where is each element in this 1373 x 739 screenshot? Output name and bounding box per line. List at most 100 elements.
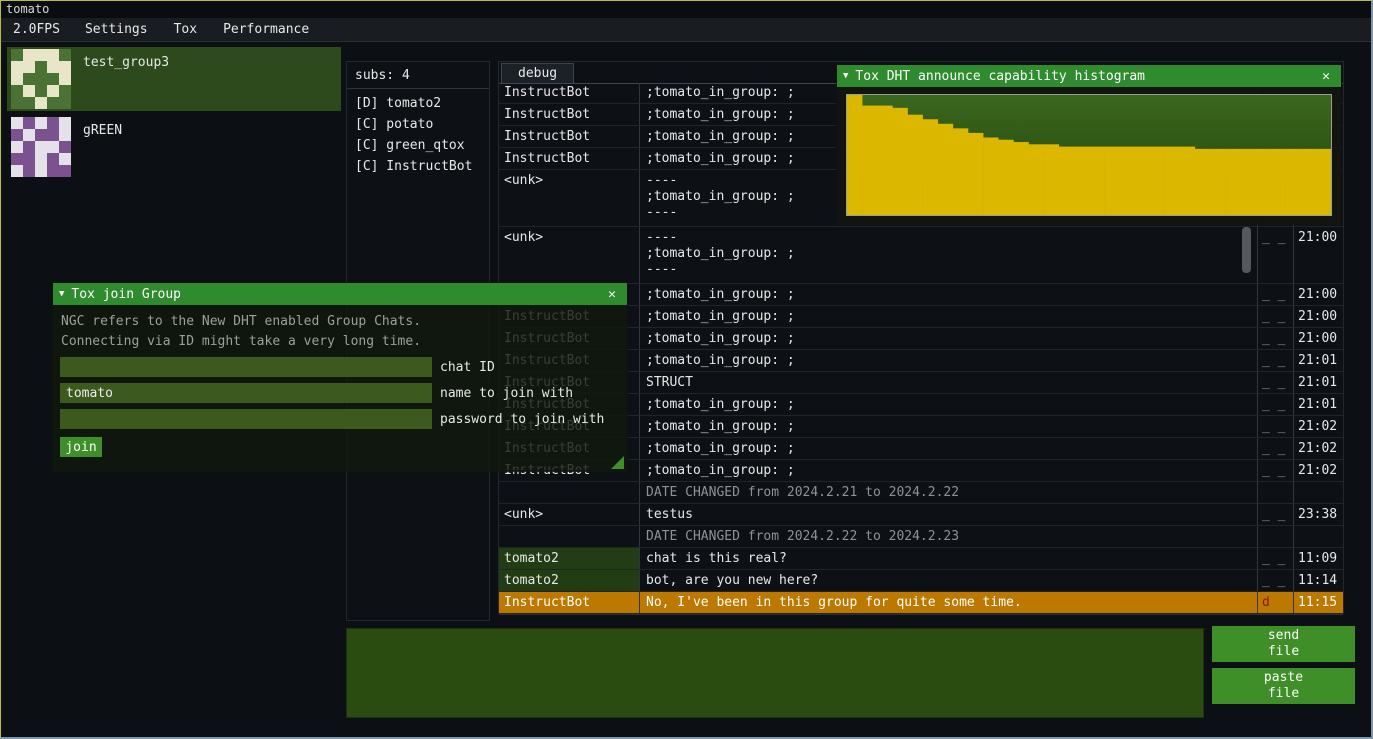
message-time: 21:00 [1293, 284, 1343, 305]
member-list: [D] tomato2[C] potato[C] green_qtox[C] I… [347, 89, 489, 177]
fps-counter: 2.0FPS [1, 22, 72, 37]
send-file-button[interactable]: send file [1212, 626, 1355, 662]
message-text: ;tomato_in_group: ; [639, 306, 1257, 327]
member-list-item[interactable]: [C] InstructBot [347, 156, 489, 177]
message-row[interactable]: <unk>---- ;tomato_in_group: ; ----_ _21:… [499, 227, 1343, 284]
message-text: ;tomato_in_group: ; [639, 350, 1257, 371]
message-text: bot, are you new here? [639, 570, 1257, 591]
system-row: DATE CHANGED from 2024.2.22 to 2024.2.23 [499, 526, 1343, 548]
join-input-chat-ID[interactable] [60, 357, 432, 377]
group-avatar [11, 49, 71, 109]
menu-item-settings[interactable]: Settings [72, 18, 161, 41]
join-field-label: chat ID [440, 360, 495, 375]
dht-histogram-window: ▼ Tox DHT announce capability histogram … [836, 64, 1342, 224]
resize-grip-icon[interactable] [611, 456, 624, 469]
message-row[interactable]: <unk>testus_ _23:38 [499, 504, 1343, 526]
message-text: chat is this real? [639, 548, 1257, 569]
histogram-window-title: Tox DHT announce capability histogram [855, 69, 1145, 84]
message-row[interactable]: tomato2chat is this real?_ _11:09 [499, 548, 1343, 570]
join-input-password-to-join-with[interactable] [60, 409, 432, 429]
tab-debug[interactable]: debug [501, 63, 574, 83]
message-time: 11:09 [1293, 548, 1343, 569]
message-flags: _ _ [1257, 460, 1293, 481]
close-icon[interactable]: ✕ [1317, 69, 1335, 84]
message-time: 11:14 [1293, 570, 1343, 591]
message-flags: _ _ [1257, 306, 1293, 327]
message-text: STRUCT [639, 372, 1257, 393]
sender-name: tomato2 [499, 570, 639, 591]
message-time [1293, 526, 1343, 547]
message-text: ---- ;tomato_in_group: ; ---- [639, 227, 1257, 283]
message-flags: _ _ [1257, 227, 1293, 283]
sidebar-item-test_group3[interactable]: test_group3 [7, 47, 341, 111]
message-flags: _ _ [1257, 438, 1293, 459]
sender-name: InstructBot [499, 83, 639, 103]
message-input[interactable] [346, 628, 1204, 718]
join-field-label: name to join with [440, 386, 573, 401]
sender-name: <unk> [499, 504, 639, 525]
message-row[interactable]: InstructBotNo, I've been in this group f… [499, 592, 1343, 614]
sender-name [499, 482, 639, 503]
sidebar-item-gREEN[interactable]: gREEN [7, 115, 341, 179]
message-time: 21:02 [1293, 416, 1343, 437]
message-flags: d [1257, 592, 1293, 613]
message-flags: _ _ [1257, 394, 1293, 415]
members-count-header: subs: 4 [347, 62, 489, 89]
message-time: 21:00 [1293, 328, 1343, 349]
join-field-row: name to join with [60, 383, 627, 403]
paste-file-button[interactable]: paste file [1212, 668, 1355, 704]
group-name: test_group3 [83, 55, 169, 70]
join-window-body: NGC refers to the New DHT enabled Group … [53, 305, 627, 472]
join-input-name-to-join-with[interactable] [60, 383, 432, 403]
group-name: gREEN [83, 123, 122, 138]
menu-item-tox[interactable]: Tox [161, 18, 210, 41]
close-icon[interactable]: ✕ [603, 287, 621, 302]
message-text: DATE CHANGED from 2024.2.21 to 2024.2.22 [639, 482, 1257, 503]
join-description-line2: Connecting via ID might take a very long… [53, 331, 627, 351]
message-flags: _ _ [1257, 284, 1293, 305]
join-window-titlebar[interactable]: ▼ Tox join Group ✕ [53, 283, 627, 305]
sender-name [499, 526, 639, 547]
member-list-item[interactable]: [C] green_qtox [347, 135, 489, 156]
message-time: 21:00 [1293, 306, 1343, 327]
member-list-item[interactable]: [C] potato [347, 114, 489, 135]
collapse-arrow-icon[interactable]: ▼ [843, 71, 848, 81]
member-list-item[interactable]: [D] tomato2 [347, 93, 489, 114]
sender-name: tomato2 [499, 548, 639, 569]
message-flags: _ _ [1257, 372, 1293, 393]
message-flags [1257, 482, 1293, 503]
message-time [1293, 482, 1343, 503]
message-text: ;tomato_in_group: ; [639, 460, 1257, 481]
chat-scrollbar-thumb[interactable] [1242, 227, 1251, 273]
message-time: 23:38 [1293, 504, 1343, 525]
message-text: ;tomato_in_group: ; [639, 394, 1257, 415]
join-window-title: Tox join Group [71, 287, 181, 302]
message-time: 21:02 [1293, 438, 1343, 459]
window-title: tomato [6, 2, 49, 16]
histogram-series [847, 95, 1331, 215]
histogram-window-titlebar[interactable]: ▼ Tox DHT announce capability histogram … [837, 65, 1341, 87]
sender-name: InstructBot [499, 592, 639, 613]
join-fields: chat ID name to join with password to join… [53, 357, 627, 429]
message-flags: _ _ [1257, 504, 1293, 525]
message-text: testus [639, 504, 1257, 525]
message-time: 21:01 [1293, 372, 1343, 393]
message-flags: _ _ [1257, 416, 1293, 437]
join-field-row: password to join with [60, 409, 627, 429]
message-flags: _ _ [1257, 350, 1293, 371]
message-text: ;tomato_in_group: ; [639, 284, 1257, 305]
message-row[interactable]: tomato2bot, are you new here?_ _11:14 [499, 570, 1343, 592]
message-time: 11:15 [1293, 592, 1343, 613]
join-field-row: chat ID [60, 357, 627, 377]
sender-name: InstructBot [499, 104, 639, 125]
message-flags: _ _ [1257, 570, 1293, 591]
join-button[interactable]: join [60, 437, 102, 457]
histogram-window-body [837, 87, 1341, 225]
menu-item-performance[interactable]: Performance [210, 18, 322, 41]
message-time: 21:01 [1293, 350, 1343, 371]
histogram-plot [846, 94, 1332, 216]
sender-name: <unk> [499, 227, 639, 283]
collapse-arrow-icon[interactable]: ▼ [59, 289, 64, 299]
menu-items: SettingsToxPerformance [72, 18, 322, 41]
message-text: No, I've been in this group for quite so… [639, 592, 1257, 613]
